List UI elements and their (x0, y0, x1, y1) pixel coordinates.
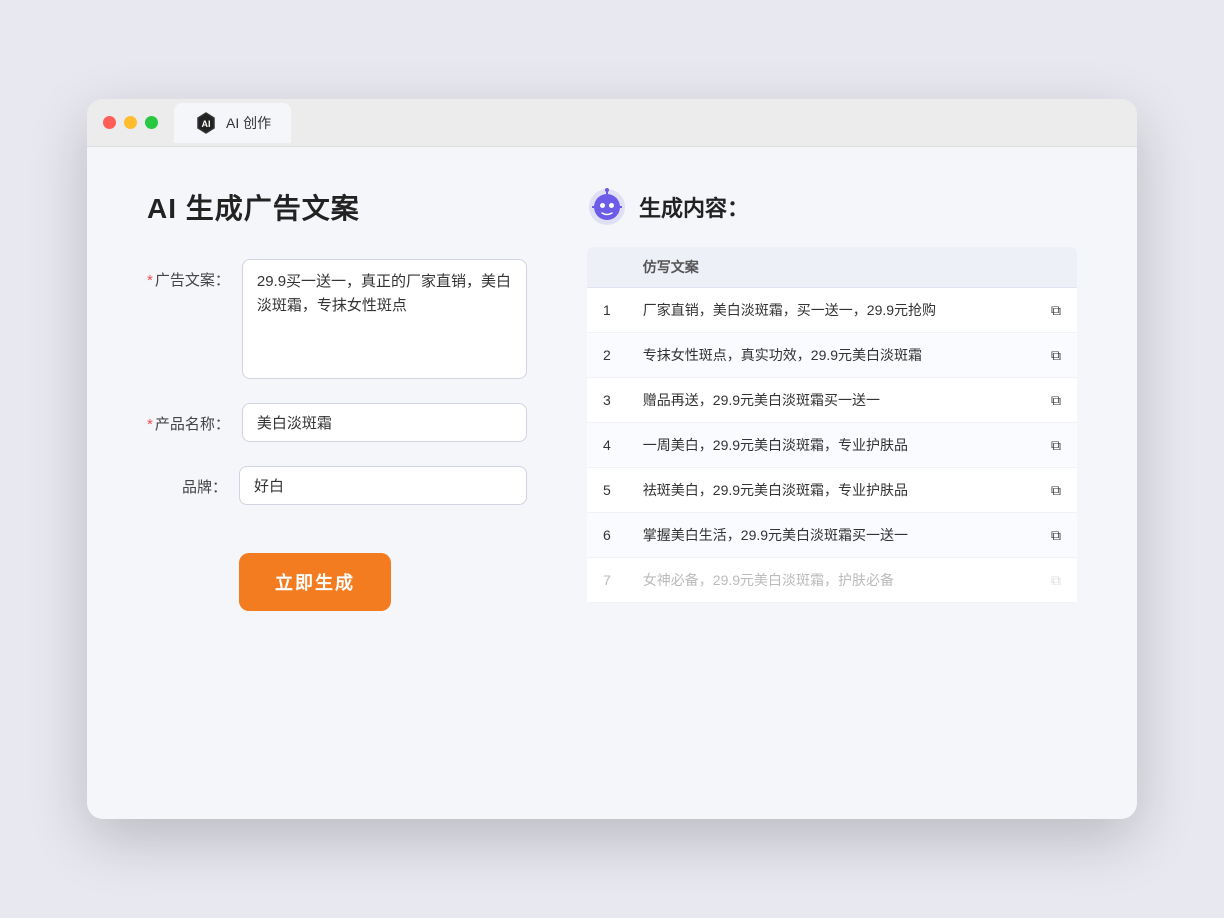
page-title: AI 生成广告文案 (147, 187, 527, 227)
row-text: 女神必备，29.9元美白淡斑霜，护肤必备 (627, 558, 1035, 603)
row-text: 赠品再送，29.9元美白淡斑霜买一送一 (627, 378, 1035, 423)
tab-label: AI 创作 (226, 113, 271, 133)
copy-button[interactable]: ⧉ (1035, 513, 1077, 558)
copy-button[interactable]: ⧉ (1035, 333, 1077, 378)
row-number: 6 (587, 513, 627, 558)
table-row: 2专抹女性斑点，真实功效，29.9元美白淡斑霜⧉ (587, 333, 1077, 378)
browser-window: AI AI 创作 AI 生成广告文案 *广告文案： 29.9买一送一，真正的厂家… (87, 99, 1137, 819)
col-action (1035, 247, 1077, 288)
table-header: 仿写文案 (587, 247, 1077, 288)
row-number: 3 (587, 378, 627, 423)
titlebar: AI AI 创作 (87, 99, 1137, 147)
results-body: 1厂家直销，美白淡斑霜，买一送一，29.9元抢购⧉2专抹女性斑点，真实功效，29… (587, 288, 1077, 603)
right-header: 生成内容： (587, 187, 1077, 227)
right-title: 生成内容： (639, 191, 749, 223)
left-panel: AI 生成广告文案 *广告文案： 29.9买一送一，真正的厂家直销，美白淡斑霜，… (147, 187, 527, 611)
copy-button[interactable]: ⧉ (1035, 468, 1077, 513)
table-row: 4一周美白，29.9元美白淡斑霜，专业护肤品⧉ (587, 423, 1077, 468)
table-row: 7女神必备，29.9元美白淡斑霜，护肤必备⧉ (587, 558, 1077, 603)
row-text: 厂家直销，美白淡斑霜，买一送一，29.9元抢购 (627, 288, 1035, 333)
brand-label: 品牌： (147, 466, 227, 497)
table-row: 1厂家直销，美白淡斑霜，买一送一，29.9元抢购⧉ (587, 288, 1077, 333)
bot-icon (587, 187, 627, 227)
col-num (587, 247, 627, 288)
minimize-button[interactable] (124, 116, 137, 129)
row-text: 一周美白，29.9元美白淡斑霜，专业护肤品 (627, 423, 1035, 468)
row-text: 掌握美白生活，29.9元美白淡斑霜买一送一 (627, 513, 1035, 558)
row-text: 祛斑美白，29.9元美白淡斑霜，专业护肤品 (627, 468, 1035, 513)
col-copy: 仿写文案 (627, 247, 1035, 288)
row-number: 4 (587, 423, 627, 468)
product-name-group: *产品名称： (147, 403, 527, 442)
right-panel: 生成内容： 仿写文案 1厂家直销，美白淡斑霜，买一送一，29.9元抢购⧉2专抹女… (587, 187, 1077, 611)
brand-input[interactable] (239, 466, 527, 505)
svg-text:AI: AI (202, 119, 211, 129)
generate-button[interactable]: 立即生成 (239, 553, 391, 611)
product-name-input[interactable] (242, 403, 527, 442)
copy-button[interactable]: ⧉ (1035, 378, 1077, 423)
table-row: 6掌握美白生活，29.9元美白淡斑霜买一送一⧉ (587, 513, 1077, 558)
ad-copy-required: * (147, 272, 153, 289)
ai-logo-icon: AI (194, 111, 218, 135)
ad-copy-textarea[interactable]: 29.9买一送一，真正的厂家直销，美白淡斑霜，专抹女性斑点 (242, 259, 527, 379)
product-name-label: *产品名称： (147, 403, 230, 434)
ad-copy-label: *广告文案： (147, 259, 230, 290)
row-text: 专抹女性斑点，真实功效，29.9元美白淡斑霜 (627, 333, 1035, 378)
main-content: AI 生成广告文案 *广告文案： 29.9买一送一，真正的厂家直销，美白淡斑霜，… (87, 147, 1137, 651)
table-row: 5祛斑美白，29.9元美白淡斑霜，专业护肤品⧉ (587, 468, 1077, 513)
table-row: 3赠品再送，29.9元美白淡斑霜买一送一⧉ (587, 378, 1077, 423)
product-name-required: * (147, 416, 153, 433)
copy-button[interactable]: ⧉ (1035, 558, 1077, 603)
close-button[interactable] (103, 116, 116, 129)
traffic-lights (103, 116, 158, 129)
row-number: 7 (587, 558, 627, 603)
row-number: 5 (587, 468, 627, 513)
brand-group: 品牌： (147, 466, 527, 505)
ad-copy-group: *广告文案： 29.9买一送一，真正的厂家直销，美白淡斑霜，专抹女性斑点 (147, 259, 527, 379)
maximize-button[interactable] (145, 116, 158, 129)
row-number: 2 (587, 333, 627, 378)
tab-ai-creation[interactable]: AI AI 创作 (174, 103, 291, 143)
copy-button[interactable]: ⧉ (1035, 423, 1077, 468)
results-table: 仿写文案 1厂家直销，美白淡斑霜，买一送一，29.9元抢购⧉2专抹女性斑点，真实… (587, 247, 1077, 603)
row-number: 1 (587, 288, 627, 333)
copy-button[interactable]: ⧉ (1035, 288, 1077, 333)
